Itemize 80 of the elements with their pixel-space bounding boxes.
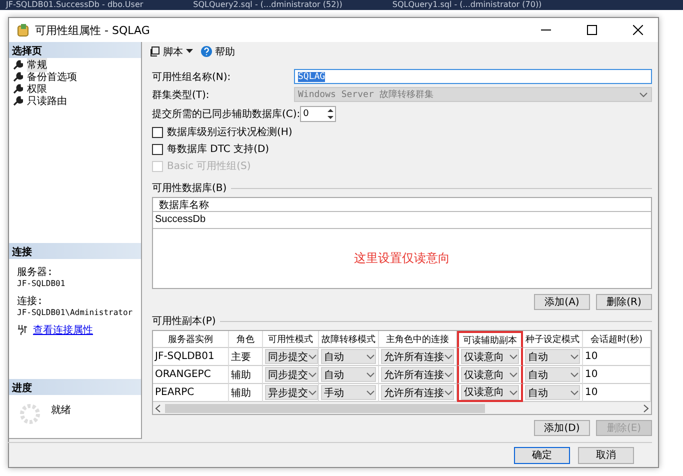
chevron-down-icon (639, 90, 648, 100)
column-header: 会话超时(秒) (583, 331, 651, 348)
table-cell: ORANGEPC (153, 366, 229, 384)
background-tab[interactable]: JF-SQLDB01.SuccessDb - dbo.User (6, 0, 144, 10)
table-cell: 主要 (229, 348, 263, 366)
dropdown-cell[interactable]: 手动 (321, 385, 376, 400)
group-name-field[interactable]: SQLAG (294, 69, 652, 84)
grid-action-button[interactable]: 添加(A) (534, 294, 590, 310)
checkbox-label: 数据库级别运行状况检测(H) (167, 126, 292, 140)
script-icon (150, 46, 160, 58)
dropdown-cell[interactable]: 允许所有连接 (381, 349, 454, 364)
close-icon (633, 25, 643, 35)
window-title: 可用性组属性 - SQLAG (35, 22, 151, 38)
sidebar-item[interactable]: 只读路由 (27, 94, 67, 108)
checkbox[interactable] (152, 126, 163, 138)
group-title: 可用性副本(P) (152, 314, 216, 328)
column-header: 角色 (229, 331, 263, 348)
wrench-icon (13, 84, 23, 94)
sidebar-item[interactable]: 备份首选项 (27, 70, 77, 84)
checkbox-label: 每数据库 DTC 支持(D) (167, 142, 270, 156)
dropdown-cell[interactable]: 仅读意向 (461, 367, 519, 382)
help-button[interactable]: 帮助 (199, 44, 237, 59)
sidebar-item[interactable]: 常规 (27, 58, 47, 72)
caret-icon (186, 49, 193, 54)
wrench-icon (13, 72, 23, 82)
background-tab[interactable]: SQLQuery1.sql - (...dministrator (70)) (392, 0, 542, 10)
table-cell[interactable]: SuccessDb (153, 212, 651, 230)
dropdown-cell[interactable]: 自动 (321, 349, 376, 364)
grid-action-button[interactable]: 添加(D) (534, 420, 590, 436)
field-label: 提交所需的已同步辅助数据库(C): (152, 108, 300, 121)
table-cell: 10 (583, 366, 651, 384)
group-title: 可用性数据库(B) (152, 182, 227, 196)
dropdown-cell[interactable]: 自动 (525, 349, 580, 364)
section-header: 进度 (9, 379, 141, 395)
server-name: JF-SQLDB01 (17, 279, 66, 288)
sidebar-item[interactable]: 权限 (27, 82, 47, 96)
dropdown-cell[interactable]: 异步提交 (265, 385, 318, 400)
dropdown-cell[interactable]: 同步提交 (265, 349, 318, 364)
dropdown-cell[interactable]: 自动 (525, 385, 580, 400)
column-header: 种子设定模式 (523, 331, 583, 348)
field-label: 群集类型(T): (152, 88, 210, 102)
dropdown-cell[interactable]: 自动 (321, 367, 376, 382)
dropdown-cell[interactable]: 仅读意向 (461, 349, 519, 364)
column-header: 故障转移模式 (319, 331, 379, 348)
wrench-icon (13, 96, 23, 106)
dropdown-cell[interactable]: 允许所有连接 (381, 367, 454, 382)
column-header: 数据库名称 (153, 198, 651, 212)
connection-name: JF-SQLDB01\Administrator (17, 308, 133, 317)
column-header: 可用性模式 (263, 331, 319, 348)
column-header: 服务器实例 (153, 331, 229, 348)
grid-action-button[interactable]: 删除(R) (596, 294, 652, 310)
number-spinner[interactable]: 0 (300, 106, 336, 122)
script-button[interactable]: 脚本 (148, 44, 195, 59)
connection-label: 连接: (17, 294, 44, 308)
progress-status: 就绪 (51, 404, 71, 418)
section-header: 连接 (9, 243, 141, 259)
spinner-icon (19, 403, 41, 425)
dropdown-cell[interactable]: 允许所有连接 (381, 385, 454, 400)
help-icon (201, 46, 212, 58)
connection-properties-link[interactable]: 查看连接属性 (33, 323, 93, 337)
background-tab[interactable]: SQLQuery2.sql - (...dministrator (52)) (193, 0, 342, 10)
table-cell: JF-SQLDB01 (153, 348, 229, 366)
table-cell: 10 (583, 348, 651, 366)
checkbox[interactable] (152, 144, 163, 155)
checkbox-label: Basic 可用性组(S) (167, 160, 251, 174)
wrench-icon (13, 60, 23, 70)
dropdown-cell[interactable]: 仅读意向 (461, 384, 519, 400)
dropdown-cell[interactable]: 同步提交 (265, 367, 318, 382)
horizontal-scrollbar[interactable] (153, 402, 651, 414)
dropdown-cell[interactable]: 自动 (525, 367, 580, 382)
dialog-button[interactable]: 取消 (578, 446, 634, 464)
annotation-text: 这里设置仅读意向 (354, 250, 450, 268)
field-label: 可用性组名称(N): (152, 70, 232, 84)
section-header: 选择页 (9, 42, 141, 58)
maximize-icon (587, 25, 597, 35)
spin-arrows-icon (326, 106, 336, 121)
dialog-button[interactable]: 确定 (514, 446, 570, 464)
column-header: 主角色中的连接 (379, 331, 457, 348)
server-label: 服务器: (17, 266, 54, 279)
table-cell: 辅助 (229, 366, 263, 384)
